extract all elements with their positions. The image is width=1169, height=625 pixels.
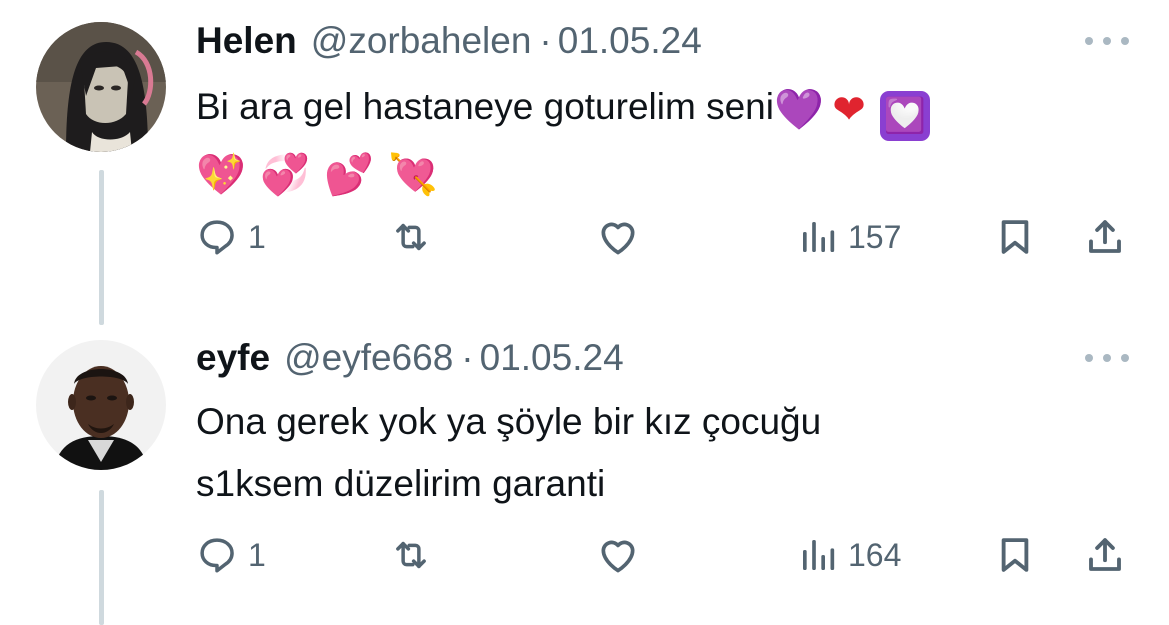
reply-icon: [196, 534, 238, 576]
share-icon: [1084, 216, 1126, 258]
like-button[interactable]: [596, 212, 640, 262]
views-chart-icon: [798, 217, 838, 257]
avatar[interactable]: [36, 340, 166, 470]
tweet-text-line: Ona gerek yok ya şöyle bir kız çocuğu: [196, 401, 822, 442]
revolving-hearts-emoji: 💞: [260, 152, 310, 198]
reply-count: 1: [248, 218, 266, 255]
tweet-text-line: s1ksem düzelirim garanti: [196, 463, 606, 504]
share-icon: [1084, 534, 1126, 576]
more-dots-icon[interactable]: [1085, 351, 1129, 365]
retweet-button[interactable]: [390, 530, 432, 580]
separator-dot: ·: [539, 20, 552, 61]
tweet-text-line: Bi ara gel hastaneye goturelim seni: [196, 86, 774, 127]
retweet-icon: [390, 216, 432, 258]
reply-icon: [196, 216, 238, 258]
heart-icon: [596, 215, 640, 259]
retweet-button[interactable]: [390, 212, 432, 262]
purple-heart-emoji: 💜: [774, 87, 824, 133]
bookmark-icon: [994, 216, 1036, 258]
two-hearts-emoji: 💕: [324, 152, 374, 198]
bookmark-button[interactable]: [994, 530, 1036, 580]
sparkling-heart-emoji: 💖: [196, 152, 246, 198]
share-button[interactable]: [1084, 530, 1126, 580]
heart-with-arrow-emoji: 💘: [388, 152, 438, 198]
display-name[interactable]: Helen: [196, 20, 297, 62]
view-count: 157: [848, 218, 902, 255]
separator-dot: ·: [461, 337, 474, 378]
username-handle[interactable]: @zorbahelen: [311, 20, 532, 62]
bookmark-icon: [994, 534, 1036, 576]
tweet-text: Bi ara gel hastaneye goturelim seni💜 ❤ 💟 💖…: [196, 76, 930, 206]
reply-button[interactable]: 1: [196, 530, 266, 580]
tweet-actions: 1: [0, 530, 1169, 580]
like-button[interactable]: [596, 530, 640, 580]
tweet-date[interactable]: 01.05.24: [558, 20, 702, 62]
views-chart-icon: [798, 535, 838, 575]
red-heart-emoji: ❤: [832, 87, 866, 133]
views-button[interactable]: 164: [798, 530, 901, 580]
retweet-icon: [390, 534, 432, 576]
username-handle[interactable]: @eyfe668: [284, 337, 453, 379]
avatar[interactable]: [36, 22, 166, 152]
tweet-header: Helen @zorbahelen · 01.05.24: [196, 20, 702, 70]
heart-icon: [596, 533, 640, 577]
tweet-actions: 1: [0, 212, 1169, 262]
share-button[interactable]: [1084, 212, 1126, 262]
view-count: 164: [848, 536, 902, 573]
display-name[interactable]: eyfe: [196, 337, 270, 379]
tweet-text: Ona gerek yok ya şöyle bir kız çocuğu s1…: [196, 391, 821, 515]
tweet-header: eyfe @eyfe668 · 01.05.24: [196, 337, 624, 387]
reply-button[interactable]: 1: [196, 212, 266, 262]
reply-count: 1: [248, 536, 266, 573]
bookmark-button[interactable]: [994, 212, 1036, 262]
views-button[interactable]: 157: [798, 212, 901, 262]
more-dots-icon[interactable]: [1085, 34, 1129, 48]
heart-decoration-emoji: 💟: [879, 91, 930, 141]
tweet-date[interactable]: 01.05.24: [480, 337, 624, 379]
